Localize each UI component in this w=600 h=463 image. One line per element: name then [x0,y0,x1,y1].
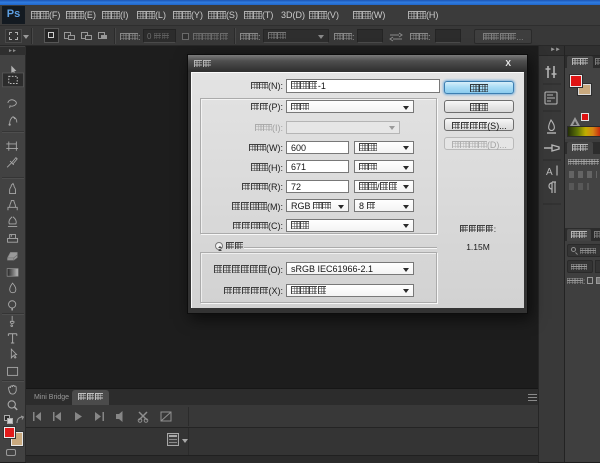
svg-text:A: A [546,167,553,178]
